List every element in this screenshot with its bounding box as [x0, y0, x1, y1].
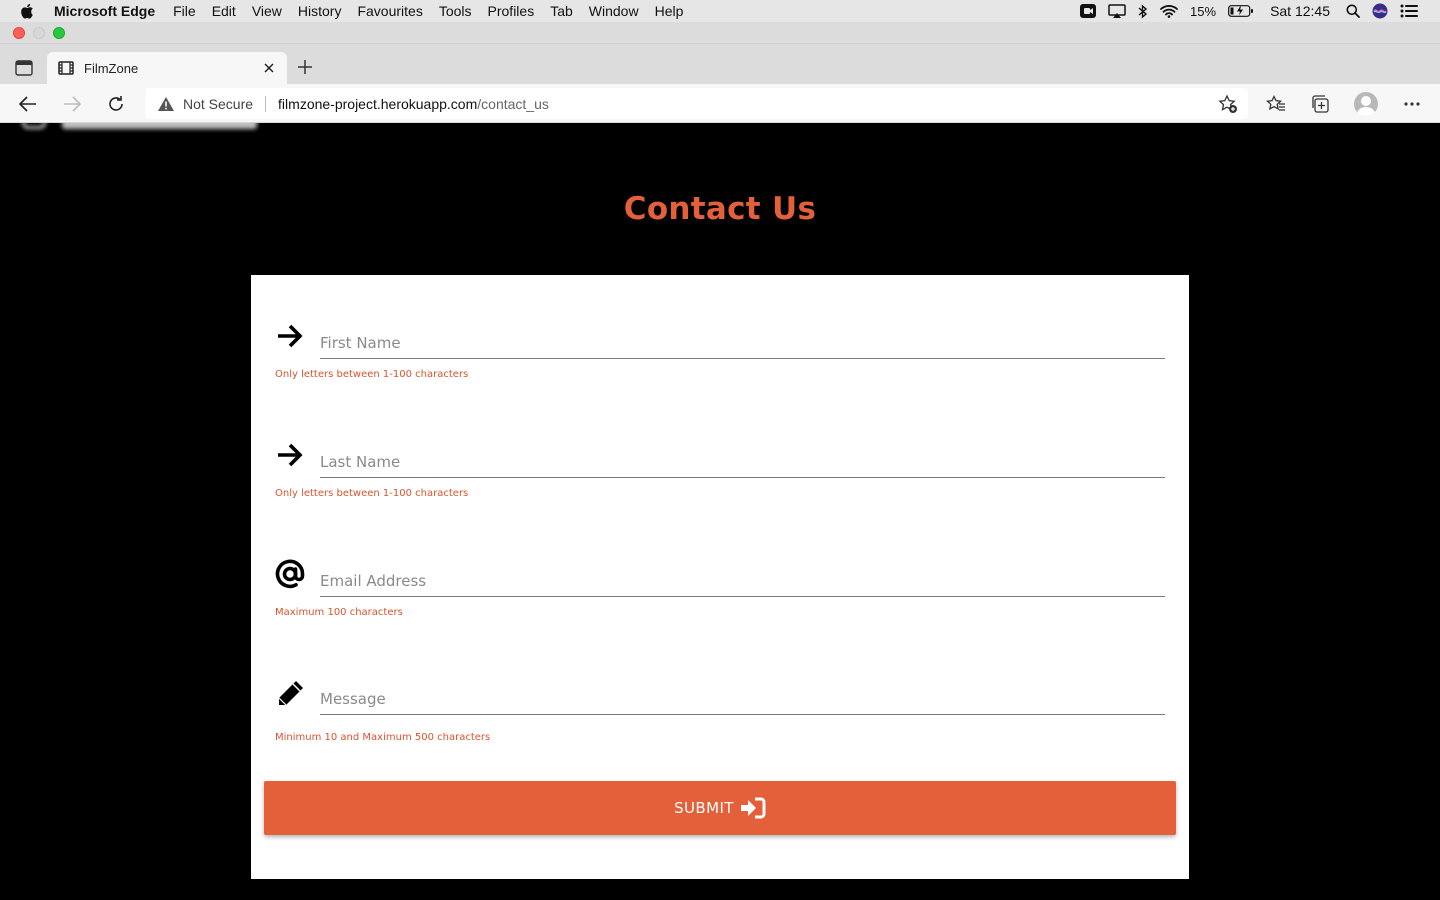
- at-sign-icon: [275, 559, 305, 589]
- message-field: [275, 669, 1165, 729]
- first-name-field: [275, 313, 1165, 373]
- menu-app-name[interactable]: Microsoft Edge: [54, 3, 155, 19]
- profile-avatar[interactable]: [1354, 92, 1378, 116]
- more-options-icon[interactable]: [1401, 93, 1423, 115]
- last-name-field: [275, 432, 1165, 492]
- contact-form: Only letters between 1-100 characters On…: [251, 275, 1189, 879]
- battery-icon[interactable]: [1228, 5, 1254, 17]
- window-close-button[interactable]: [13, 27, 25, 39]
- window-minimize-button[interactable]: [33, 27, 45, 39]
- menu-edit[interactable]: Edit: [212, 3, 236, 19]
- wifi-icon[interactable]: [1160, 4, 1178, 18]
- address-bar[interactable]: Not Secure filmzone-project.herokuapp.co…: [145, 88, 1248, 119]
- airplay-icon[interactable]: [1108, 4, 1126, 18]
- new-tab-icon[interactable]: [296, 58, 314, 76]
- url-path: /contact_us: [477, 95, 549, 112]
- sign-in-icon: [740, 797, 766, 819]
- menubar-clock[interactable]: Sat 12:45: [1270, 3, 1330, 19]
- apple-logo-icon[interactable]: [20, 3, 38, 19]
- submit-button[interactable]: SUBMIT: [264, 781, 1176, 835]
- menu-profiles[interactable]: Profiles: [488, 3, 535, 19]
- warning-triangle-icon[interactable]: [157, 95, 175, 113]
- tab-actions-icon[interactable]: [14, 58, 34, 78]
- menu-favourites[interactable]: Favourites: [357, 3, 422, 19]
- submit-label: SUBMIT: [674, 799, 734, 817]
- favorites-icon[interactable]: [1265, 93, 1287, 115]
- tab-title: FilmZone: [84, 60, 139, 76]
- first-name-input[interactable]: [320, 313, 1165, 359]
- menu-tab[interactable]: Tab: [550, 3, 573, 19]
- email-input[interactable]: [320, 551, 1165, 597]
- address-separator: [265, 95, 267, 112]
- window-titlebar: [0, 22, 1440, 44]
- message-input[interactable]: [320, 669, 1165, 715]
- last-name-input[interactable]: [320, 432, 1165, 478]
- last-name-helper: Only letters between 1-100 characters: [275, 488, 469, 499]
- bluetooth-icon[interactable]: [1138, 3, 1148, 19]
- arrow-right-icon: [275, 321, 305, 351]
- email-field: [275, 551, 1165, 611]
- menu-history[interactable]: History: [298, 3, 342, 19]
- back-icon[interactable]: [17, 93, 39, 115]
- url-host: filmzone-project.herokuapp.com: [278, 95, 478, 112]
- tab-close-icon[interactable]: [262, 61, 276, 75]
- arrow-right-icon: [275, 440, 305, 470]
- tab-strip: FilmZone: [0, 44, 1440, 84]
- macos-menu-bar: Microsoft Edge File Edit View History Fa…: [0, 0, 1440, 22]
- battery-percent: 15%: [1190, 3, 1217, 19]
- email-helper: Maximum 100 characters: [275, 607, 403, 618]
- refresh-icon[interactable]: [105, 93, 127, 115]
- collections-icon[interactable]: [1309, 93, 1331, 115]
- window-zoom-button[interactable]: [53, 27, 65, 39]
- browser-toolbar: Not Secure filmzone-project.herokuapp.co…: [0, 84, 1440, 123]
- page-title: Contact Us: [623, 191, 817, 227]
- forward-icon[interactable]: [61, 93, 83, 115]
- menu-view[interactable]: View: [252, 3, 282, 19]
- page-content: Contact Us Only letters between 1-100 ch…: [0, 123, 1440, 900]
- add-favorite-icon[interactable]: [1218, 94, 1238, 114]
- security-label[interactable]: Not Secure: [183, 96, 253, 112]
- message-helper: Minimum 10 and Maximum 500 characters: [275, 732, 491, 743]
- first-name-helper: Only letters between 1-100 characters: [275, 369, 469, 380]
- siri-icon[interactable]: [1372, 3, 1388, 19]
- pencil-icon: [275, 679, 305, 709]
- screen-record-icon[interactable]: [1080, 4, 1097, 18]
- menu-tools[interactable]: Tools: [439, 3, 472, 19]
- control-center-icon[interactable]: [1400, 4, 1418, 18]
- menu-help[interactable]: Help: [655, 3, 684, 19]
- spotlight-search-icon[interactable]: [1346, 4, 1360, 18]
- site-logo-icon[interactable]: [22, 123, 258, 131]
- menu-file[interactable]: File: [173, 3, 196, 19]
- tab-filmzone[interactable]: FilmZone: [47, 52, 287, 84]
- film-favicon-icon: [57, 59, 75, 77]
- menu-window[interactable]: Window: [589, 3, 639, 19]
